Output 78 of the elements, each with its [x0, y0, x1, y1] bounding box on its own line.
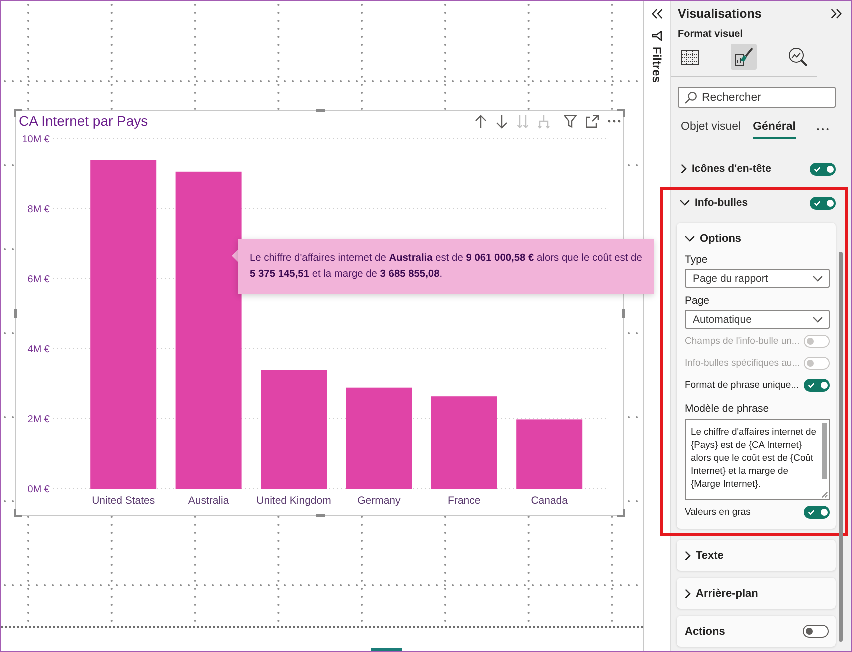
search-icon: [685, 92, 697, 104]
table-icon: [681, 50, 699, 64]
toggle-label: Info-bulles spécifiques au...: [685, 358, 800, 369]
search-field[interactable]: Rechercher: [678, 87, 836, 108]
category-label: Canada: [531, 495, 568, 507]
pane-subtitle: Format visuel: [678, 29, 744, 41]
toggle-label: Format de phrase unique...: [685, 380, 800, 391]
chevron-right-icon[interactable]: [685, 550, 691, 560]
resize-grip-icon[interactable]: [822, 492, 828, 498]
resize-handle[interactable]: [316, 514, 324, 517]
tab[interactable]: Objet visuel: [681, 120, 742, 139]
more-icon[interactable]: [817, 128, 829, 131]
format-brush-icon: [734, 47, 754, 67]
resize-handle[interactable]: [622, 309, 625, 318]
page-indicator: [371, 648, 402, 651]
check-icon: [814, 200, 821, 206]
expand-icon[interactable]: [586, 115, 599, 128]
axis-label: 0M €: [28, 484, 50, 496]
resize-handle[interactable]: [14, 109, 22, 117]
dropdown[interactable]: Page du rapport: [685, 269, 830, 288]
double-chevron-right-icon[interactable]: [831, 8, 842, 18]
check-icon: [808, 383, 815, 388]
category-label: Germany: [358, 495, 401, 507]
arrow-down-icon[interactable]: [496, 114, 508, 128]
axis-label: 4M €: [28, 344, 50, 356]
visual-title: CA Internet par Pays: [19, 113, 148, 130]
chevron-right-icon[interactable]: [685, 588, 691, 598]
resize-handle[interactable]: [316, 109, 324, 112]
arrow-up-icon[interactable]: [475, 114, 487, 128]
chevron-down-icon[interactable]: [813, 276, 823, 282]
resize-handle[interactable]: [14, 309, 17, 318]
view-button[interactable]: [731, 44, 757, 70]
chevron-down-icon[interactable]: [813, 316, 823, 322]
scrollbar-thumb[interactable]: [822, 423, 827, 479]
card-title[interactable]: Texte: [696, 550, 829, 562]
tooltip-text: Le chiffre d'affaires internet de Australia est de 9 061 000,58 € alors que le coût est de 5 375 145,51 et la marge de 3 685 855,08.: [250, 252, 644, 282]
check-icon: [814, 166, 821, 172]
axis-label: 2M €: [28, 414, 50, 426]
resize-handle[interactable]: [617, 109, 625, 117]
toggle-label: Valeurs en gras: [685, 507, 751, 518]
chevron-right-icon[interactable]: [681, 164, 687, 174]
card-title[interactable]: Options: [700, 233, 830, 245]
resize-handle[interactable]: [14, 509, 22, 517]
axis-label: 10M €: [22, 134, 50, 146]
category-label: United Kingdom: [256, 495, 332, 507]
field-label: Page: [685, 294, 711, 308]
filter-icon[interactable]: [652, 31, 662, 41]
resize-handle[interactable]: [617, 509, 625, 517]
toggle-label: Champs de l'info-bulle un...: [685, 336, 800, 347]
chevron-down-icon[interactable]: [685, 236, 695, 242]
double-chevron-left-icon[interactable]: [652, 9, 662, 19]
axis-label: 8M €: [28, 204, 50, 216]
chevron-down-icon[interactable]: [680, 200, 690, 206]
pane-title: Visualisations: [678, 6, 762, 20]
axis-label: 6M €: [28, 274, 50, 286]
card-title[interactable]: Arrière-plan: [696, 588, 829, 600]
category-label: Australia: [188, 495, 230, 507]
category-label: France: [448, 495, 481, 507]
tab[interactable]: Général: [753, 120, 796, 139]
filters-pane-title[interactable]: Filtres: [650, 47, 664, 84]
dropdown[interactable]: Automatique: [685, 310, 830, 329]
toggle-switch[interactable]: [804, 506, 830, 519]
field-label: Modèle de phrase: [685, 402, 770, 416]
check-icon: [808, 510, 815, 515]
toggle-switch[interactable]: [810, 162, 836, 176]
more-icon[interactable]: [608, 120, 621, 123]
toggle-switch[interactable]: [810, 196, 836, 210]
group-title[interactable]: Info-bulles: [695, 197, 805, 209]
toggle-switch[interactable]: [803, 625, 829, 638]
category-label: United States: [92, 495, 156, 507]
group-title[interactable]: Icônes d'en-tête: [692, 163, 805, 175]
text-area[interactable]: Le chiffre d'affaires internet de {Pays} est de {CA Internet} alors que le coût est de {Coût Internet} et la marge de {Marge Internet}.: [685, 419, 830, 500]
card-title[interactable]: Actions: [685, 626, 798, 638]
field-label: Type: [685, 253, 709, 267]
magnifier-chart-icon: [788, 47, 808, 67]
toggle-switch[interactable]: [804, 379, 830, 392]
filter-icon[interactable]: [564, 115, 577, 128]
scrollbar-thumb[interactable]: [839, 252, 843, 642]
